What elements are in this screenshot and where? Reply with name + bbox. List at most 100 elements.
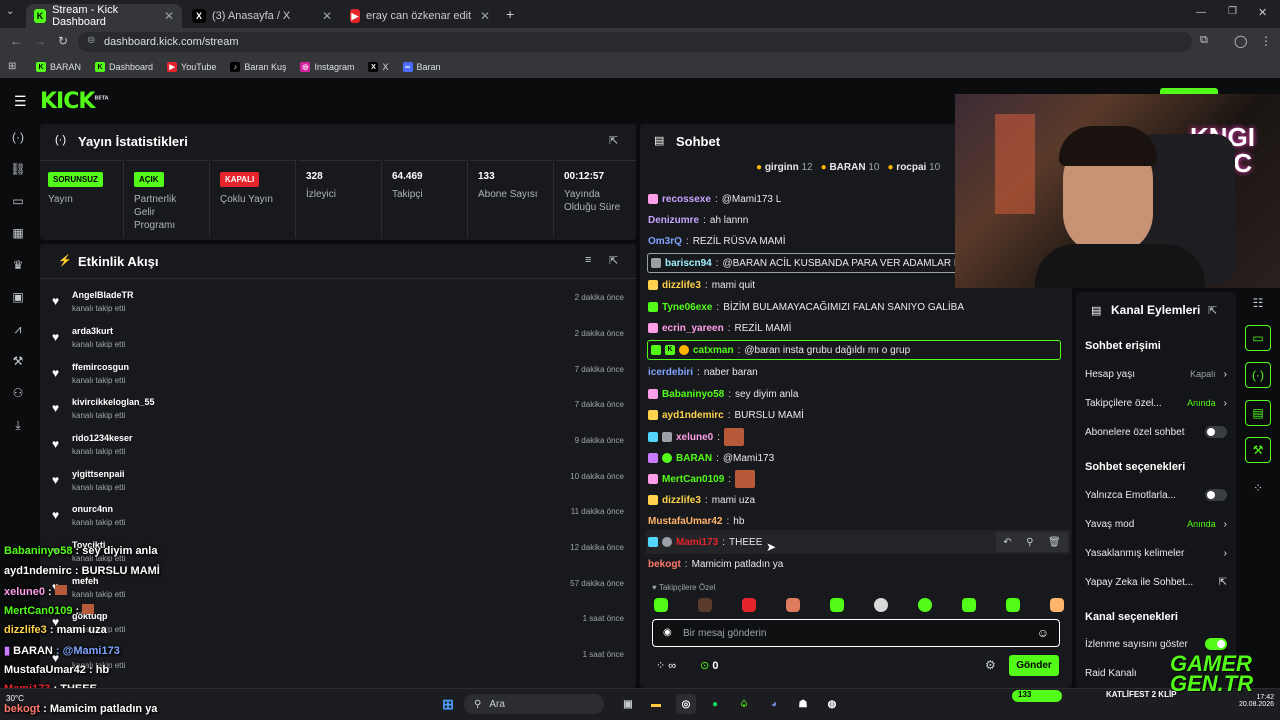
popout-icon[interactable]: ⇱ [1208, 304, 1217, 317]
close-icon[interactable]: ✕ [164, 9, 174, 23]
send-button[interactable]: Gönder [1009, 655, 1059, 676]
delete-icon[interactable]: 🗑 [1048, 537, 1061, 548]
emote-only-toggle[interactable] [1205, 489, 1227, 501]
bookmark-x[interactable]: XX [368, 62, 389, 72]
forward-icon[interactable]: → [34, 34, 46, 48]
settings-gear-icon[interactable]: ⚙ [985, 658, 996, 672]
followers-only-row[interactable]: Takipçilere özel... Anında › [1085, 392, 1227, 414]
actions-icon[interactable]: ▤ [1245, 400, 1271, 426]
spotify-icon[interactable]: ● [705, 694, 725, 714]
badge-icon [648, 389, 658, 399]
popout-icon[interactable]: ⇱ [609, 134, 618, 147]
windows-start-icon[interactable]: ⊞ [438, 694, 458, 714]
taskbar-search[interactable]: ⚲ Ara [464, 694, 604, 714]
chrome-icon[interactable]: ◎ [676, 694, 696, 714]
video-icon[interactable]: ▣ [8, 287, 28, 307]
task-view-icon[interactable]: ▣ [618, 694, 638, 714]
discord-icon[interactable]: ◕ [764, 694, 784, 714]
maximize-icon[interactable]: ❐ [1228, 6, 1237, 17]
ai-chat-row[interactable]: Yapay Zeka ile Sohbet... ⇱ [1085, 571, 1227, 593]
emote-icon[interactable] [962, 598, 976, 612]
bookmark-baran[interactable]: K BARAN [36, 62, 81, 72]
menu-icon[interactable]: ⋮ [1260, 34, 1272, 48]
show-viewcount-toggle[interactable] [1205, 638, 1227, 650]
profile-icon[interactable]: ◯ [1234, 34, 1247, 48]
minimize-icon[interactable]: — [1196, 7, 1206, 18]
chart-icon[interactable]: ▦ [8, 223, 28, 243]
bookmark-baran-kus[interactable]: ♪ Baran Kuş [230, 62, 286, 72]
bookmark-dashboard[interactable]: K Dashboard [95, 62, 153, 72]
viewers-toggle[interactable]: ⁘ ∞ [656, 659, 676, 672]
close-icon[interactable]: ✕ [322, 9, 332, 23]
gifter[interactable]: ● rocpai 10 [887, 162, 940, 173]
emote-icon[interactable] [698, 598, 712, 612]
grid-icon[interactable]: ☷ [1245, 290, 1271, 316]
emoji-icon[interactable]: ☺ [1037, 626, 1049, 640]
link-icon[interactable]: ⛓ [8, 159, 28, 179]
bookmarks-bar: ⊞ K BARAN K Dashboard ▶ YouTube ♪ Baran Kuş … [0, 56, 1280, 78]
emote-icon [82, 604, 95, 614]
filter-icon[interactable]: ≡ [585, 254, 591, 266]
reload-icon[interactable]: ↻ [58, 34, 68, 48]
apps-icon[interactable]: ⊞ [8, 61, 16, 72]
subscribers-only-toggle[interactable] [1205, 426, 1227, 438]
tab-youtube[interactable]: ▶ eray can özkenar edit #teampe ✕ [342, 4, 498, 28]
reply-icon[interactable]: ↶ [1003, 537, 1011, 548]
bookmark-baran-2[interactable]: ∞ Baran [402, 62, 441, 72]
chat-icon[interactable]: ▭ [1245, 325, 1271, 351]
hamburger-menu-icon[interactable]: ☰ [14, 93, 27, 110]
emote-icon[interactable] [654, 598, 668, 612]
weather[interactable]: 30°C [6, 694, 24, 703]
gifter[interactable]: ● BARAN 10 [821, 162, 880, 173]
banned-words-row[interactable]: Yasaklanmış kelimeler › [1085, 542, 1227, 564]
slow-mode-row[interactable]: Yavaş mod Anında › [1085, 513, 1227, 535]
bookmark-youtube[interactable]: ▶ YouTube [167, 62, 216, 72]
bookmark-instagram[interactable]: ◎ Instagram [300, 62, 354, 72]
stream-icon[interactable]: (·) [1245, 362, 1271, 388]
emote-icon[interactable] [786, 598, 800, 612]
apps-icon[interactable]: ⁘ [1245, 475, 1271, 501]
new-tab-icon[interactable]: + [506, 6, 514, 22]
points[interactable]: ⊙ 0 [700, 659, 718, 672]
emote-icon[interactable] [918, 598, 932, 612]
webcam-overlay: KNGIUSIC [955, 94, 1280, 288]
close-window-icon[interactable]: ✕ [1258, 6, 1267, 19]
extensions-icon[interactable]: ⧉ [1200, 34, 1208, 47]
emote-icon[interactable] [874, 598, 888, 612]
stream-icon[interactable]: (·) [8, 127, 28, 147]
back-icon[interactable]: ← [10, 34, 22, 48]
emote-icon[interactable] [742, 598, 756, 612]
site-info-icon[interactable]: ⊜ [87, 35, 95, 46]
emote-icon[interactable] [830, 598, 844, 612]
chat-footer: ⁘ ∞ ⊙ 0 [656, 659, 719, 672]
tab-x[interactable]: X (3) Anasayfa / X ✕ [184, 4, 340, 28]
kick-logo[interactable]: KICKBETA [40, 89, 109, 114]
chevron-right-icon: › [1223, 547, 1227, 559]
popout-icon[interactable]: ⇱ [609, 254, 618, 267]
subscribers-only-row: Abonelere özel sohbet [1085, 421, 1227, 443]
stats-title: Yayın İstatistikleri [78, 134, 188, 149]
emote-icon[interactable] [1006, 598, 1020, 612]
chat-input[interactable]: ◉ Bir mesaj gönderin ☺ [652, 619, 1060, 647]
tab-kick-dashboard[interactable]: K Stream - Kick Dashboard ✕ [26, 4, 182, 28]
emote-icon[interactable] [1050, 598, 1064, 612]
gifter[interactable]: ● girginn 12 [756, 162, 813, 173]
analytics-icon[interactable]: ⩘ [8, 319, 28, 339]
emote-bar [654, 598, 1064, 614]
address-input[interactable]: ⊜ dashboard.kick.com/stream [78, 32, 1192, 52]
app-icon[interactable]: ☗ [793, 694, 813, 714]
clock[interactable]: 17:42 20.08.2026 [1228, 694, 1274, 708]
pin-icon[interactable]: ⚲ [1026, 537, 1033, 548]
wrench-icon[interactable]: ⚒ [1245, 437, 1271, 463]
file-explorer-icon[interactable]: ▬ [646, 694, 666, 714]
app-icon[interactable]: ♤ [734, 694, 754, 714]
download-icon[interactable]: ⤓ [8, 415, 28, 435]
obs-icon[interactable]: ◍ [822, 694, 842, 714]
close-icon[interactable]: ✕ [480, 9, 490, 23]
window-icon[interactable]: ▭ [8, 191, 28, 211]
account-age-row[interactable]: Hesap yaşı Kapalı › [1085, 363, 1227, 385]
wrench-icon[interactable]: ⚒ [8, 351, 28, 371]
trophy-icon[interactable]: ♛ [8, 255, 28, 275]
tab-search-icon[interactable]: ⌄ [6, 6, 20, 20]
users-icon[interactable]: ⚇ [8, 383, 28, 403]
